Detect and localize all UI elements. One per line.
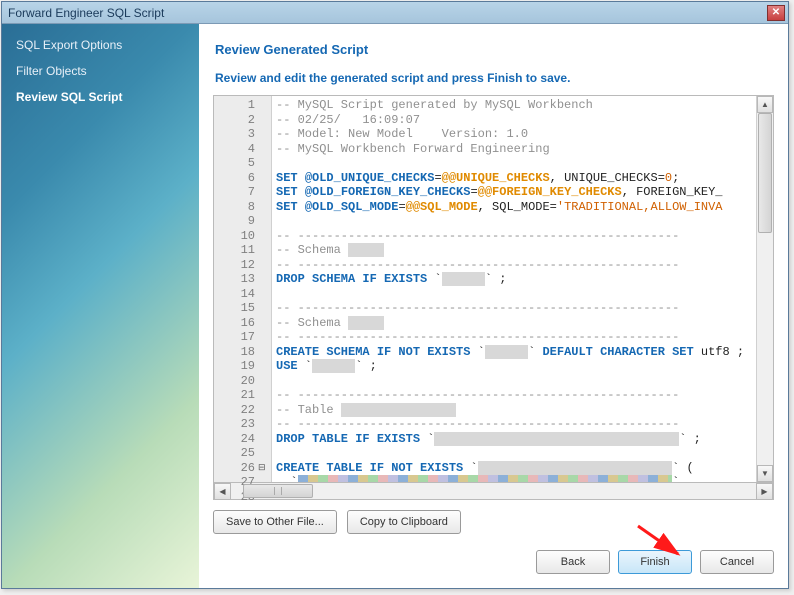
scroll-thumb[interactable] xyxy=(758,113,772,233)
dialog-footer: Back Finish Cancel xyxy=(199,542,788,588)
sidebar-item-label: Review SQL Script xyxy=(16,90,122,104)
sidebar-item-label: Filter Objects xyxy=(16,64,87,78)
sql-editor[interactable]: 1 2 3 4 5 6 7 8 9 10 11 12 13 14 15 16 1… xyxy=(213,95,774,483)
page-heading: Review Generated Script xyxy=(215,42,774,57)
dialog-window: Forward Engineer SQL Script ✕ SQL Export… xyxy=(1,1,789,589)
sidebar-item-label: SQL Export Options xyxy=(16,38,122,52)
scroll-up-button[interactable]: ▲ xyxy=(757,96,773,113)
finish-button[interactable]: Finish xyxy=(618,550,692,574)
sidebar-item-filter-objects[interactable]: Filter Objects xyxy=(2,58,199,84)
scroll-down-button[interactable]: ▼ xyxy=(757,465,773,482)
sidebar-item-review-script[interactable]: Review SQL Script xyxy=(2,84,199,110)
code-area[interactable]: -- MySQL Script generated by MySQL Workb… xyxy=(272,96,756,482)
titlebar[interactable]: Forward Engineer SQL Script ✕ xyxy=(2,2,788,24)
cancel-button[interactable]: Cancel xyxy=(700,550,774,574)
scroll-track[interactable] xyxy=(231,483,756,499)
horizontal-scrollbar[interactable]: ◀ ▶ xyxy=(213,483,774,500)
close-icon: ✕ xyxy=(772,7,780,18)
content-area: Review Generated Script Review and edit … xyxy=(199,24,788,542)
page-subheading: Review and edit the generated script and… xyxy=(215,71,774,85)
scroll-left-button[interactable]: ◀ xyxy=(214,483,231,500)
scroll-track[interactable] xyxy=(757,113,773,465)
back-button[interactable]: Back xyxy=(536,550,610,574)
close-button[interactable]: ✕ xyxy=(767,5,785,21)
editor-toolbar: Save to Other File... Copy to Clipboard xyxy=(213,510,774,534)
window-title: Forward Engineer SQL Script xyxy=(8,6,767,20)
sidebar-item-export-options[interactable]: SQL Export Options xyxy=(2,32,199,58)
wizard-sidebar: SQL Export Options Filter Objects Review… xyxy=(2,24,199,588)
line-gutter: 1 2 3 4 5 6 7 8 9 10 11 12 13 14 15 16 1… xyxy=(214,96,272,482)
save-to-file-button[interactable]: Save to Other File... xyxy=(213,510,337,534)
scroll-right-button[interactable]: ▶ xyxy=(756,483,773,500)
scroll-thumb[interactable] xyxy=(243,484,313,498)
main-panel: Review Generated Script Review and edit … xyxy=(199,24,788,588)
vertical-scrollbar[interactable]: ▲ ▼ xyxy=(756,96,773,482)
copy-to-clipboard-button[interactable]: Copy to Clipboard xyxy=(347,510,461,534)
dialog-body: SQL Export Options Filter Objects Review… xyxy=(2,24,788,588)
